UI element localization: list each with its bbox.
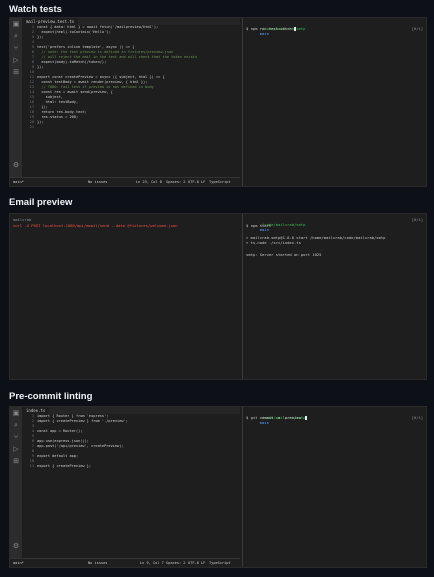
screenshot-pre-commit-linting: ▣ ⌕ ⑂ ▷ ⊞ ⚙ index.ts 1 2 3 4 5 6 7 8 9 10 11 impor… — [9, 406, 427, 568]
source-control-icon[interactable]: ⑂ — [12, 45, 20, 53]
line-number: 21 — [29, 125, 34, 129]
debug-icon[interactable]: ▷ — [12, 446, 20, 454]
editor-tabs: mail-preview.test.ts — [22, 18, 240, 25]
status-indent[interactable]: Spaces: 2 — [166, 178, 185, 186]
status-eol[interactable]: LF — [201, 178, 205, 186]
status-language[interactable]: TypeScript — [209, 178, 231, 186]
terminal-status: [0/1] — [411, 415, 423, 420]
terminal-status: [0/1] — [411, 26, 423, 31]
status-encoding[interactable]: UTF-8 — [188, 559, 199, 567]
line-numbers: 1 2 3 4 5 6 7 8 9 10 11 12 13 14 15 16 17 18 19 20 21 — [22, 25, 34, 178]
status-bar: main* No issues Ln 9, Col 7 Spaces: 2 UT… — [10, 558, 240, 567]
settings-icon[interactable]: ⚙ — [12, 543, 20, 551]
line-number: 11 — [29, 464, 34, 468]
status-encoding[interactable]: UTF-8 — [188, 178, 199, 186]
status-branch[interactable]: main* — [13, 178, 24, 186]
left-terminal-prompt: mailcrab — [13, 217, 32, 222]
terminal-command: $ git commit -m 'preview' — [246, 415, 423, 420]
code-editor[interactable]: 1 2 3 4 5 6 7 8 9 10 11 12 13 14 15 16 17 18 19 20 21 const … — [22, 25, 240, 178]
extensions-icon[interactable]: ⊞ — [12, 458, 20, 466]
terminal-output-2: > ts-node ./src/index.ts — [246, 240, 301, 245]
status-branch[interactable]: main* — [13, 559, 24, 567]
activity-bar: ▣ ⌕ ⑂ ▷ ⊞ ⚙ — [10, 18, 22, 178]
left-terminal[interactable]: mailcrab curl -X POST localhost:1080/api… — [10, 214, 242, 379]
files-icon[interactable]: ▣ — [12, 21, 20, 29]
line-numbers: 1 2 3 4 5 6 7 8 9 10 11 — [22, 414, 34, 559]
status-bar: main* No issues Ln 23, Col 8 Spaces: 2 U… — [10, 177, 240, 186]
code-line[interactable]: export { createPreview }; — [37, 464, 240, 469]
tab-active[interactable]: mail-preview.test.ts — [22, 18, 79, 25]
terminal-pane[interactable]: ~/code/mailcrab/smtp main $ git commit -… — [242, 407, 426, 567]
editor-tabs: index.ts — [22, 407, 240, 414]
status-cursor[interactable]: Ln 9, Col 7 — [140, 559, 164, 567]
status-problems[interactable]: No issues — [88, 559, 107, 567]
left-terminal-command: curl -X POST localhost:1080/api/email/se… — [13, 223, 178, 228]
terminal-pane[interactable]: ~/code/mailcrab/smtp main $ npm run test… — [242, 18, 426, 186]
code-area[interactable]: import { Router } from 'express'; import … — [37, 414, 240, 559]
debug-icon[interactable]: ▷ — [12, 57, 20, 65]
screenshot-watch-tests: ▣ ⌕ ⑂ ▷ ⊞ ⚙ mail-preview.test.ts 1234567… — [9, 17, 427, 187]
activity-bar: ▣ ⌕ ⑂ ▷ ⊞ ⚙ — [10, 407, 22, 559]
status-problems[interactable]: No issues — [88, 178, 107, 186]
tab-active[interactable]: index.ts — [22, 407, 50, 414]
source-control-icon[interactable]: ⑂ — [12, 434, 20, 442]
status-cursor[interactable]: Ln 23, Col 8 — [136, 178, 162, 186]
status-indent[interactable]: Spaces: 2 — [166, 559, 185, 567]
status-language[interactable]: TypeScript — [209, 559, 231, 567]
vscode-window: ▣ ⌕ ⑂ ▷ ⊞ ⚙ index.ts 1 2 3 4 5 6 7 8 9 10 11 impor… — [10, 407, 240, 567]
vscode-window: ▣ ⌕ ⑂ ▷ ⊞ ⚙ mail-preview.test.ts 1234567… — [10, 18, 240, 186]
code-area[interactable]: const { data: html } = await fetch('/mai… — [37, 25, 240, 178]
terminal-command: $ npm start — [246, 223, 272, 228]
section-title-email-preview: Email preview — [9, 197, 73, 208]
files-icon[interactable]: ▣ — [12, 410, 20, 418]
terminal-prompt: ~/code/mailcrab/smtp main — [259, 26, 306, 36]
search-icon[interactable]: ⌕ — [12, 422, 20, 430]
code-line[interactable] — [37, 125, 240, 130]
settings-icon[interactable]: ⚙ — [12, 162, 20, 170]
search-icon[interactable]: ⌕ — [12, 33, 20, 41]
code-editor[interactable]: 1 2 3 4 5 6 7 8 9 10 11 import { Router } from 'ex… — [22, 414, 240, 559]
section-title-watch-tests: Watch tests — [9, 4, 62, 15]
terminal-command: $ npm run test:watch — [246, 26, 423, 31]
screenshot-email-preview: mailcrab curl -X POST localhost:1080/api… — [9, 213, 427, 380]
right-terminal[interactable]: ~/code/mailcrab/smtp main $ npm start > … — [242, 214, 426, 379]
terminal-status: [0/1] — [411, 217, 423, 222]
extensions-icon[interactable]: ⊞ — [12, 69, 20, 77]
status-eol[interactable]: LF — [201, 559, 205, 567]
terminal-output-3: smtp: Server started on port 1025 — [246, 252, 322, 257]
terminal-prompt: ~/code/mailcrab/smtp main — [259, 415, 306, 425]
section-title-pre-commit-linting: Pre-commit linting — [9, 391, 93, 402]
